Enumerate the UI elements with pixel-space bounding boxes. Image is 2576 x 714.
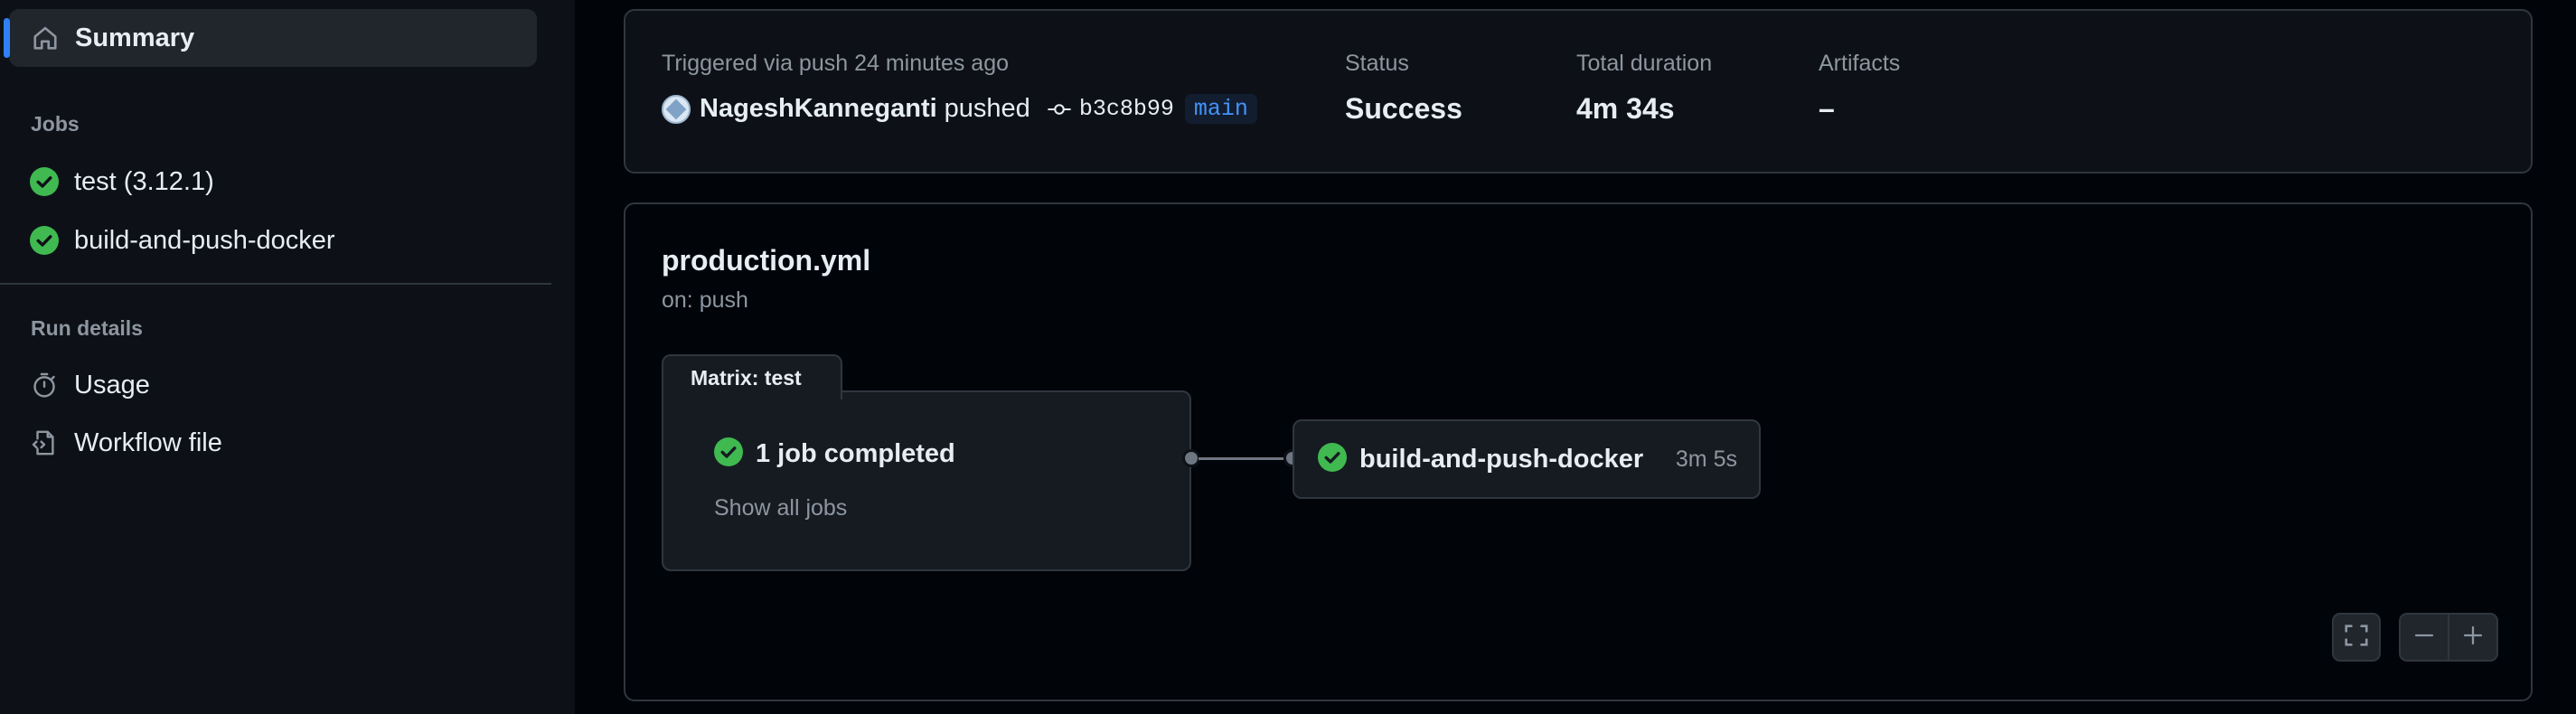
actor-link[interactable]: NageshKanneganti [700,94,937,124]
commit-line: NageshKanneganti pushed b3c8b99 main [662,94,1257,124]
sidebar-item-label: Summary [75,23,195,52]
workflow-graph-card: production.yml on: push Matrix: test 1 j… [624,202,2533,701]
stopwatch-icon [29,370,60,400]
artifacts-label: Artifacts [1819,51,1901,76]
run-sidebar: Summary Jobs test (3.12.1) build-and-pus… [0,0,575,714]
show-all-jobs-link[interactable]: Show all jobs [714,495,847,521]
job-node-build-and-push-docker[interactable]: build-and-push-docker 3m 5s [1293,419,1761,499]
summary-row: Summary [30,15,194,61]
status-label: Status [1345,51,1409,76]
sidebar-item-usage[interactable]: Usage [29,362,150,408]
matrix-job-group[interactable]: 1 job completed Show all jobs [662,390,1191,571]
matrix-tab-joint [663,390,841,394]
sidebar-divider [0,283,551,285]
check-circle-icon [29,166,60,197]
zoom-controls [2399,613,2498,662]
matrix-summary-text: 1 job completed [756,439,955,468]
zoom-in-button[interactable] [2448,613,2498,662]
status-value: Success [1345,92,1462,125]
commit-sha-link[interactable]: b3c8b99 [1079,96,1174,122]
check-circle-icon [29,225,60,256]
file-code-icon [29,427,60,458]
workflow-file-title: production.yml [662,244,871,277]
sidebar-item-summary[interactable]: Summary [4,9,537,67]
check-circle-icon [1318,442,1347,476]
run-summary-card: Triggered via push 24 minutes ago Nagesh… [624,9,2533,174]
sidebar-item-label: Workflow file [74,427,222,457]
sidebar-job-label: test (3.12.1) [74,166,214,196]
avatar[interactable] [662,94,691,124]
active-indicator [4,18,10,58]
plus-icon [2461,624,2485,652]
workflow-run-page: Summary Jobs test (3.12.1) build-and-pus… [0,0,2576,714]
sidebar-item-label: Usage [74,370,150,399]
zoom-out-button[interactable] [2399,613,2449,662]
job-name: build-and-push-docker [1359,444,1644,474]
git-commit-icon [1047,100,1072,118]
job-connector-line [1199,457,1285,460]
job-duration: 3m 5s [1675,446,1737,472]
fullscreen-icon [2343,622,2370,653]
fullscreen-button[interactable] [2332,613,2381,662]
sidebar-job-label: build-and-push-docker [74,225,335,255]
jobs-heading: Jobs [31,112,80,136]
minus-icon [2412,624,2436,652]
artifacts-value: – [1819,92,1835,125]
home-icon [30,23,61,53]
duration-value[interactable]: 4m 34s [1576,92,1675,126]
workflow-trigger: on: push [662,287,748,313]
check-circle-icon [714,437,743,471]
sidebar-job-test[interactable]: test (3.12.1) [29,159,214,204]
matrix-summary-line: 1 job completed [714,437,955,471]
connector-dot-out [1182,449,1200,467]
run-details-heading: Run details [31,316,143,340]
duration-label: Total duration [1576,51,1713,76]
sidebar-item-workflow-file[interactable]: Workflow file [29,420,222,465]
sidebar-job-build-and-push-docker[interactable]: build-and-push-docker [29,218,335,263]
trigger-text: Triggered via push 24 minutes ago [662,51,1010,76]
action-text: pushed [944,94,1030,123]
branch-badge[interactable]: main [1184,94,1257,124]
